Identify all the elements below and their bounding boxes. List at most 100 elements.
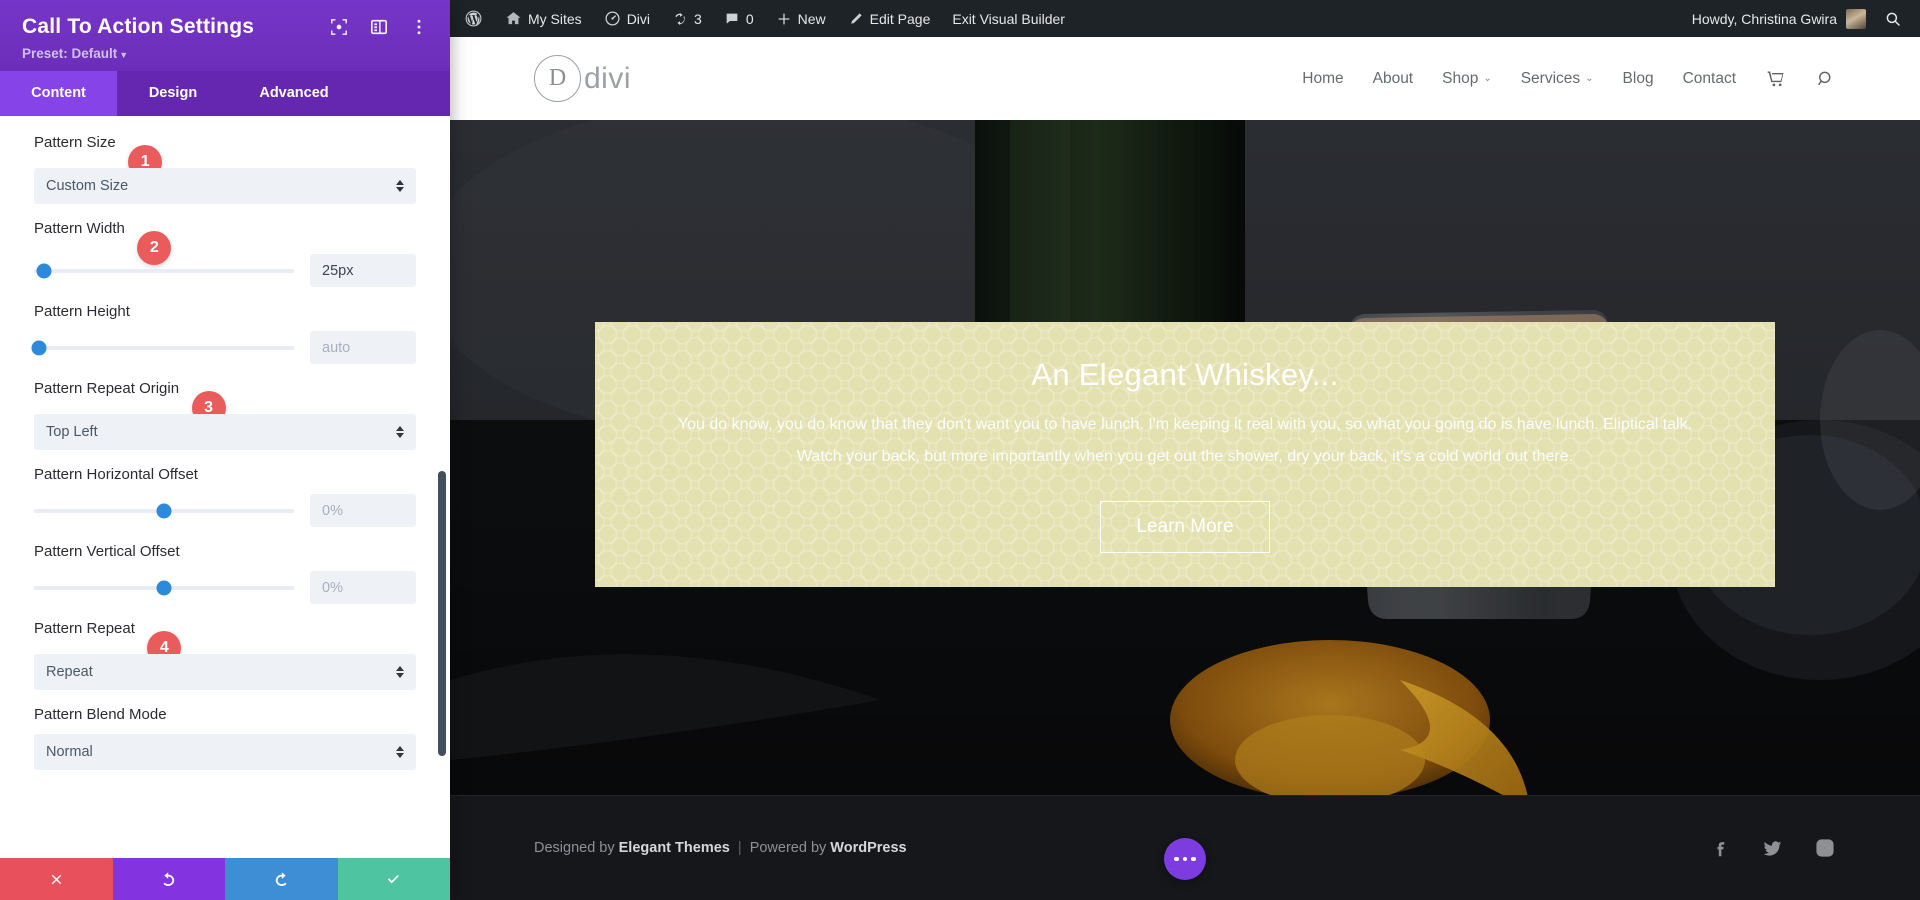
hero-section: An Elegant Whiskey... You do know, you d… [450, 120, 1920, 795]
nav-label: Contact [1683, 70, 1736, 88]
pattern-width-slider[interactable] [34, 269, 294, 273]
select-value: Normal [46, 744, 93, 760]
howdy-label: Howdy, Christina Gwira [1692, 11, 1837, 27]
divi-dashboard-icon [604, 10, 621, 27]
nav-item-shop[interactable]: Shop ⌄ [1442, 70, 1492, 88]
select-arrows-icon [396, 180, 404, 192]
nav-item-services[interactable]: Services⌄ [1521, 70, 1594, 88]
designed-by-label: Designed by [534, 840, 615, 856]
save-button[interactable] [338, 858, 451, 900]
tab-design[interactable]: Design [117, 71, 229, 116]
dot [1191, 857, 1196, 862]
instagram-icon[interactable] [1814, 837, 1836, 859]
dot [1174, 857, 1179, 862]
pattern-repeat-select[interactable]: Repeat [34, 654, 416, 690]
slider-knob[interactable] [37, 263, 52, 278]
layout-toggle-icon[interactable] [370, 18, 388, 36]
twitter-icon[interactable] [1761, 837, 1784, 860]
site-navigation: Home About Shop ⌄ Services⌄ Blog Contact [1302, 69, 1836, 89]
nav-label: About [1373, 70, 1414, 88]
nav-item-blog[interactable]: Blog [1623, 70, 1654, 88]
nav-item-home[interactable]: Home [1302, 70, 1343, 88]
settings-tabs: Content Design Advanced [0, 71, 450, 116]
chevron-down-icon: ⌄ [1483, 73, 1491, 84]
field-label: Pattern Repeat Origin [34, 380, 179, 397]
call-to-action-module[interactable]: An Elegant Whiskey... You do know, you d… [595, 322, 1775, 587]
builder-options-fab[interactable] [1164, 838, 1206, 880]
search-icon[interactable] [1816, 69, 1836, 89]
comments-menu[interactable]: 0 [713, 0, 765, 37]
comments-count: 0 [746, 11, 754, 27]
nav-item-about[interactable]: About [1373, 70, 1414, 88]
platform-link[interactable]: WordPress [830, 840, 906, 856]
exit-visual-builder-label: Exit Visual Builder [952, 11, 1065, 27]
tab-content[interactable]: Content [0, 71, 117, 116]
admin-search-button[interactable] [1876, 10, 1920, 28]
field-pattern-repeat: Pattern Repeat 4 Repeat [34, 620, 416, 690]
redo-icon [273, 871, 290, 888]
facebook-icon[interactable] [1709, 837, 1731, 859]
nav-label: Blog [1623, 70, 1654, 88]
exit-visual-builder-menu[interactable]: Exit Visual Builder [941, 0, 1076, 37]
pattern-size-select[interactable]: Custom Size [34, 168, 416, 204]
select-arrows-icon [396, 746, 404, 758]
comments-icon [724, 11, 740, 27]
avatar [1846, 9, 1866, 29]
focus-icon[interactable] [330, 18, 348, 36]
site-footer: Designed by Elegant Themes | Powered by … [450, 795, 1920, 900]
pattern-vertical-offset-input[interactable]: 0% [310, 571, 416, 604]
call-to-action-settings-panel: Call To Action Settings [0, 0, 450, 900]
pattern-vertical-offset-slider[interactable] [34, 586, 294, 590]
updates-icon [672, 11, 688, 27]
cancel-button[interactable] [0, 858, 113, 900]
undo-button[interactable] [113, 858, 226, 900]
pattern-repeat-origin-select[interactable]: Top Left [34, 414, 416, 450]
new-content-menu[interactable]: New [765, 0, 837, 37]
settings-fields-scroll-area[interactable]: Pattern Size 1 Custom Size Pattern Width… [0, 116, 450, 858]
designer-link[interactable]: Elegant Themes [619, 840, 730, 856]
cart-icon[interactable] [1765, 69, 1787, 89]
nav-label: Shop [1442, 70, 1478, 88]
close-icon [48, 871, 65, 888]
select-value: Repeat [46, 664, 93, 680]
howdy-user-menu[interactable]: Howdy, Christina Gwira [1682, 9, 1876, 29]
learn-more-button[interactable]: Learn More [1100, 501, 1269, 553]
divi-menu[interactable]: Divi [593, 0, 661, 37]
field-pattern-blend-mode: Pattern Blend Mode Normal [34, 706, 416, 770]
my-sites-menu[interactable]: My Sites [494, 0, 593, 37]
nav-label: Home [1302, 70, 1343, 88]
plus-icon [776, 11, 792, 27]
pattern-blend-mode-select[interactable]: Normal [34, 734, 416, 770]
more-options-icon[interactable] [410, 18, 428, 36]
wordpress-logo-icon [464, 9, 483, 28]
edit-page-menu[interactable]: Edit Page [837, 0, 942, 37]
cta-title: An Elegant Whiskey... [635, 357, 1735, 393]
updates-count: 3 [694, 11, 702, 27]
pattern-width-input[interactable]: 25px [310, 254, 416, 287]
nav-item-contact[interactable]: Contact [1683, 70, 1736, 88]
pencil-icon [848, 11, 864, 27]
pattern-height-input[interactable]: auto [310, 331, 416, 364]
redo-button[interactable] [225, 858, 338, 900]
settings-panel-scrollbar[interactable] [438, 471, 446, 756]
slider-knob[interactable] [32, 340, 47, 355]
pattern-horizontal-offset-slider[interactable] [34, 509, 294, 513]
search-icon [1884, 10, 1902, 28]
settings-panel-footer [0, 858, 450, 900]
slider-knob[interactable] [157, 503, 172, 518]
slider-knob[interactable] [157, 580, 172, 595]
pattern-horizontal-offset-input[interactable]: 0% [310, 494, 416, 527]
site-logo[interactable]: D divi [534, 55, 631, 102]
field-pattern-vertical-offset: Pattern Vertical Offset 0% [34, 543, 416, 604]
preset-selector[interactable]: Preset: Default▼ [22, 46, 428, 61]
wordpress-admin-bar: My Sites Divi 3 0 New Edit Page [450, 0, 1920, 37]
updates-menu[interactable]: 3 [661, 0, 713, 37]
field-label: Pattern Blend Mode [34, 706, 167, 723]
wp-logo-menu[interactable] [450, 0, 494, 37]
field-label: Pattern Width [34, 220, 125, 237]
field-pattern-repeat-origin: Pattern Repeat Origin 3 Top Left [34, 380, 416, 450]
field-pattern-width: Pattern Width 2 25px [34, 220, 416, 287]
tab-advanced[interactable]: Advanced [229, 71, 359, 116]
pattern-height-slider[interactable] [34, 346, 294, 350]
select-arrows-icon [396, 426, 404, 438]
